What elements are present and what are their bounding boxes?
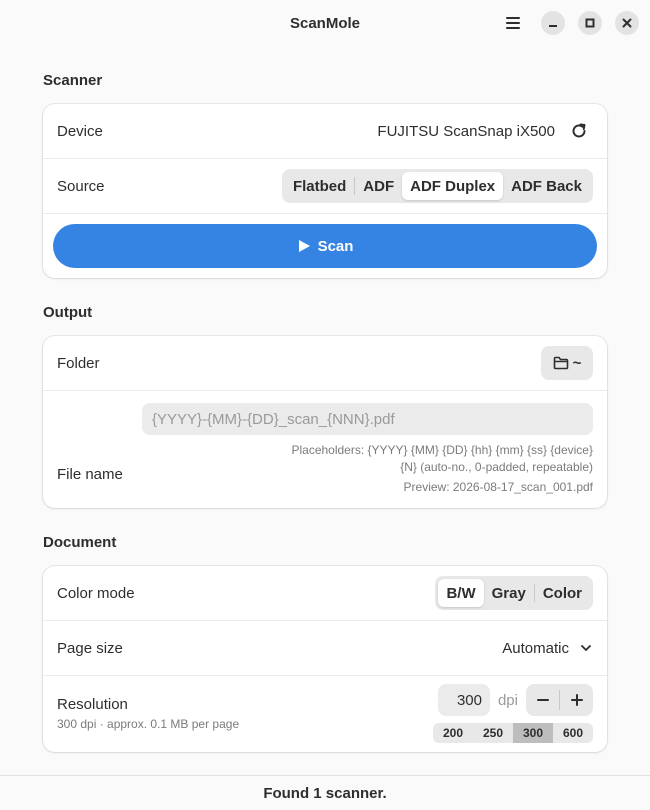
resolution-row: Resolution 300 dpi · approx. 0.1 MB per … [43, 676, 607, 752]
window-title: ScanMole [289, 14, 361, 32]
resolution-preset-600[interactable]: 600 [553, 723, 593, 743]
folder-icon [553, 356, 568, 370]
document-card: Color mode B/W Gray Color Page size Auto… [43, 566, 607, 752]
maximize-button[interactable] [578, 11, 602, 35]
source-label: Source [57, 177, 105, 195]
scanner-section-title: Scanner [43, 72, 103, 89]
resolution-controls: 300 dpi [437, 684, 593, 716]
page-size-row[interactable]: Page size Automatic [43, 621, 607, 676]
scan-button-label: Scan [317, 237, 354, 255]
resolution-preset-250[interactable]: 250 [473, 723, 513, 743]
plus-icon [570, 694, 583, 706]
hamburger-menu-icon [506, 17, 520, 29]
resolution-subtitle: 300 dpi · approx. 0.1 MB per page [57, 717, 240, 731]
scanner-card: Device FUJITSU ScanSnap iX500 Source Fla… [43, 104, 607, 278]
resolution-stepper [526, 684, 593, 716]
scan-row: Scan [43, 214, 607, 278]
resolution-label: Resolution [57, 696, 128, 713]
device-value: FUJITSU ScanSnap iX500 [377, 122, 555, 140]
main-menu-button[interactable] [500, 10, 526, 36]
device-label: Device [57, 122, 103, 140]
page-size-value: Automatic [502, 639, 569, 657]
device-row: Device FUJITSU ScanSnap iX500 [43, 104, 607, 159]
color-mode-option-color[interactable]: Color [535, 579, 590, 607]
page-size-dropdown[interactable]: Automatic [502, 640, 593, 657]
minus-icon [536, 699, 549, 701]
filename-input[interactable] [142, 403, 593, 435]
source-row: Source Flatbed ADF ADF Duplex ADF Back [43, 159, 607, 214]
source-option-adf-duplex[interactable]: ADF Duplex [402, 172, 504, 200]
source-selector: Flatbed ADF ADF Duplex ADF Back [281, 169, 593, 203]
resolution-unit: dpi [497, 691, 518, 709]
refresh-icon [572, 123, 586, 138]
scan-button[interactable]: Scan [53, 224, 597, 268]
folder-chooser-button[interactable]: ~ [541, 346, 593, 380]
color-mode-label: Color mode [57, 584, 135, 602]
filename-label: File name [57, 466, 123, 483]
status-bar: Found 1 scanner. [0, 775, 650, 810]
resolution-input[interactable]: 300 [437, 684, 490, 716]
maximize-icon [585, 18, 595, 28]
refresh-devices-button[interactable] [565, 117, 593, 145]
chevron-down-icon [581, 645, 591, 651]
source-option-flatbed[interactable]: Flatbed [285, 172, 354, 200]
source-option-adf-back[interactable]: ADF Back [503, 172, 590, 200]
close-icon [622, 18, 632, 28]
folder-row: Folder ~ [43, 336, 607, 391]
color-mode-option-bw[interactable]: B/W [438, 579, 484, 607]
filename-row: File name Placeholders: {YYYY} {MM} {DD}… [43, 391, 607, 508]
color-mode-selector: B/W Gray Color [435, 576, 593, 610]
close-button[interactable] [615, 11, 639, 35]
output-card: Folder ~ File name Placeholders: {YYYY} … [43, 336, 607, 508]
minimize-button[interactable] [541, 11, 565, 35]
status-text: Found 1 scanner. [263, 784, 387, 802]
resolution-preset-200[interactable]: 200 [433, 723, 473, 743]
color-mode-row: Color mode B/W Gray Color [43, 566, 607, 621]
placeholders-hint: Placeholders: {YYYY} {MM} {DD} {hh} {mm}… [291, 442, 593, 476]
color-mode-option-gray[interactable]: Gray [484, 579, 534, 607]
filename-preview: Preview: 2026-08-17_scan_001.pdf [403, 480, 593, 494]
play-icon [298, 240, 310, 252]
document-section-title: Document [43, 534, 117, 551]
folder-label: Folder [57, 354, 100, 372]
output-section-title: Output [43, 304, 93, 321]
minimize-icon [549, 25, 557, 27]
resolution-increment-button[interactable] [560, 684, 593, 716]
page-size-label: Page size [57, 639, 123, 657]
resolution-preset-300[interactable]: 300 [513, 723, 553, 743]
placeholders-hint-line2: {N} (auto-no., 0-padded, repeatable) [400, 460, 593, 474]
resolution-presets: 200 250 300 600 [433, 723, 593, 743]
resolution-decrement-button[interactable] [526, 684, 559, 716]
placeholders-hint-line1: Placeholders: {YYYY} {MM} {DD} {hh} {mm}… [291, 443, 593, 457]
folder-value: ~ [572, 354, 582, 372]
source-option-adf[interactable]: ADF [355, 172, 402, 200]
